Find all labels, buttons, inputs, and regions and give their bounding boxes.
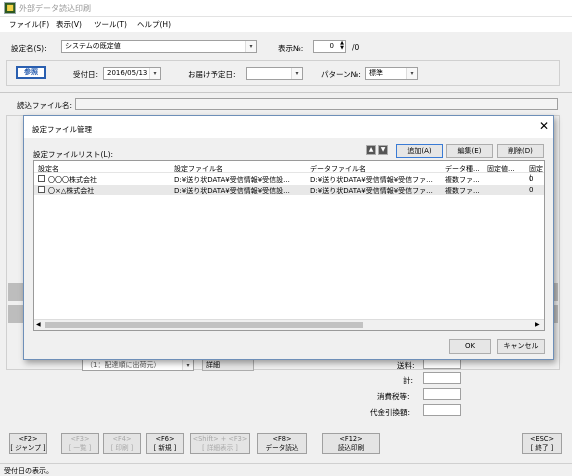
move-down-icon[interactable]: ▼ xyxy=(378,145,388,155)
received-date-value: 2016/05/13 xyxy=(107,69,148,77)
close-icon[interactable]: ✕ xyxy=(539,119,549,133)
menu-tools[interactable]: ツール(T) xyxy=(94,19,127,30)
row-setting-name: 〇〇〇株式会社 xyxy=(48,176,97,184)
row-data-kind: 複数ファ... xyxy=(445,176,480,184)
col-data-file[interactable]: データファイル名 xyxy=(310,164,366,174)
delivery-date-picker[interactable]: ▾ xyxy=(246,67,303,80)
display-no-value: 0 xyxy=(329,42,334,50)
sort-value: （1：配達順に出荷元） xyxy=(86,361,161,369)
display-no-label: 表示№: xyxy=(278,44,304,53)
col-data-kind[interactable]: データ種... xyxy=(445,164,480,174)
chevron-down-icon: ▾ xyxy=(182,360,193,370)
received-date-label: 受付日: xyxy=(73,70,99,79)
dialog-titlebar xyxy=(24,116,553,138)
received-date-picker[interactable]: 2016/05/13 ▾ xyxy=(103,67,161,80)
cancel-button[interactable]: キャンセル xyxy=(497,339,545,354)
delete-button[interactable]: 削除(D) xyxy=(497,144,544,158)
fkey-f8-load[interactable]: <F8> データ読込 xyxy=(257,433,307,454)
menu-help[interactable]: ヘルプ(H) xyxy=(137,19,171,30)
chevron-down-icon: ▾ xyxy=(245,41,256,52)
col-setting-name[interactable]: 設定名 xyxy=(38,164,59,174)
totals-total-field[interactable] xyxy=(423,372,461,384)
add-button[interactable]: 追加(A) xyxy=(396,144,443,158)
totals-tax-field[interactable] xyxy=(423,388,461,400)
dialog-title: 設定ファイル管理 xyxy=(32,125,92,134)
file-name-field[interactable] xyxy=(75,98,558,110)
row-settings-file: D:¥送り状DATA¥受信情報¥受信設... xyxy=(174,176,290,184)
title-bar: ■ 外部データ読込印刷 xyxy=(0,0,572,17)
row-data-file: D:¥送り状DATA¥受信情報¥受信ファ... xyxy=(310,176,433,184)
divider xyxy=(0,92,572,93)
chevron-down-icon: ▾ xyxy=(291,68,302,79)
pattern-no-value: 標準 xyxy=(369,69,383,77)
totals-total-label: 計: xyxy=(403,376,414,385)
settings-list-label: 設定ファイルリスト(L): xyxy=(33,150,114,159)
display-no-stepper[interactable]: 0 ▲ ▼ xyxy=(313,40,346,53)
chevron-down-icon: ▾ xyxy=(149,68,160,79)
col-fixed-value[interactable]: 固定値... xyxy=(487,164,515,174)
browse-button[interactable]: 参照 xyxy=(16,66,46,79)
delivery-date-label: お届け予定日: xyxy=(188,70,236,79)
app-icon[interactable]: ■ xyxy=(4,2,16,14)
settings-file-dialog: 設定ファイル管理 ✕ 設定ファイルリスト(L): ▲ ▼ 追加(A) 編集(E)… xyxy=(23,115,554,360)
totals-cod-field[interactable] xyxy=(423,404,461,416)
scroll-right-icon[interactable]: ▶ xyxy=(535,321,540,328)
horizontal-scrollbar[interactable]: ◀ ▶ xyxy=(34,319,544,330)
row-settings-file: D:¥送り状DATA¥受信情報¥受信設... xyxy=(174,187,290,195)
totals-cod-label: 代金引換額: xyxy=(370,408,411,417)
fkey-f3-list[interactable]: <F3>[ 一覧 ] xyxy=(61,433,99,454)
table-row[interactable]: 〇〇〇株式会社 D:¥送り状DATA¥受信情報¥受信設... D:¥送り状DAT… xyxy=(34,174,544,184)
col-settings-file[interactable]: 設定ファイル名 xyxy=(174,164,223,174)
setting-name-label: 設定名(S): xyxy=(11,44,47,53)
pattern-no-label: パターン№: xyxy=(321,70,361,79)
menu-file[interactable]: ファイル(F) xyxy=(9,19,49,30)
totals-tax-label: 消費税等: xyxy=(377,392,410,401)
chevron-down-icon: ▾ xyxy=(406,68,417,79)
table-row[interactable]: 〇×△株式会社 D:¥送り状DATA¥受信情報¥受信設... D:¥送り状DAT… xyxy=(34,185,544,195)
detail-button[interactable]: 詳細 xyxy=(202,359,254,371)
ok-button[interactable]: OK xyxy=(449,339,491,354)
status-bar: 受付日の表示。 xyxy=(0,463,572,476)
setting-name-select[interactable]: システムの既定値 ▾ xyxy=(61,40,257,53)
row-data-file: D:¥送り状DATA¥受信情報¥受信ファ... xyxy=(310,187,433,195)
totals-shipping-label: 送料: xyxy=(397,361,415,370)
row-checkbox[interactable] xyxy=(38,175,45,182)
display-no-total: /0 xyxy=(352,43,360,52)
fkey-f12-load-print[interactable]: <F12> 読込印刷 xyxy=(322,433,380,454)
spin-updown-icon[interactable]: ▲ ▼ xyxy=(340,41,344,51)
setting-name-value: システムの既定値 xyxy=(65,42,121,50)
fkey-f4-print[interactable]: <F4>[ 印刷 ] xyxy=(103,433,141,454)
edit-button[interactable]: 編集(E) xyxy=(446,144,493,158)
fkey-f2-jump[interactable]: <F2>[ ジャンプ ] xyxy=(9,433,47,454)
move-up-icon[interactable]: ▲ xyxy=(366,145,376,155)
pattern-no-select[interactable]: 標準 ▾ xyxy=(365,67,418,80)
menu-view[interactable]: 表示(V) xyxy=(56,19,82,30)
settings-file-list[interactable]: 設定名 設定ファイル名 データファイル名 データ種... 固定値... 固定( … xyxy=(33,160,545,331)
row-fixed-2: 0 xyxy=(529,175,534,183)
row-fixed-2: 0 xyxy=(529,186,534,194)
sort-select[interactable]: （1：配達順に出荷元） ▾ xyxy=(82,359,194,371)
status-text: 受付日の表示。 xyxy=(4,467,53,475)
fkey-esc-exit[interactable]: <ESC>[ 終了 ] xyxy=(522,433,562,454)
fkey-f6-new[interactable]: <F6>[ 新規 ] xyxy=(146,433,184,454)
scrollbar-thumb[interactable] xyxy=(45,322,363,328)
list-header: 設定名 設定ファイル名 データファイル名 データ種... 固定値... 固定( xyxy=(34,161,544,182)
row-setting-name: 〇×△株式会社 xyxy=(48,187,95,195)
menu-bar: ファイル(F) 表示(V) ツール(T) ヘルプ(H) xyxy=(0,17,572,32)
row-checkbox[interactable] xyxy=(38,186,45,193)
window-title: 外部データ読込印刷 xyxy=(19,4,91,13)
scroll-left-icon[interactable]: ◀ xyxy=(36,321,41,328)
file-name-label: 読込ファイル名: xyxy=(17,101,73,110)
row-data-kind: 複数ファ... xyxy=(445,187,480,195)
fkey-shift-f3-detail[interactable]: <Shift> + <F3>[ 詳細表示 ] xyxy=(190,433,250,454)
